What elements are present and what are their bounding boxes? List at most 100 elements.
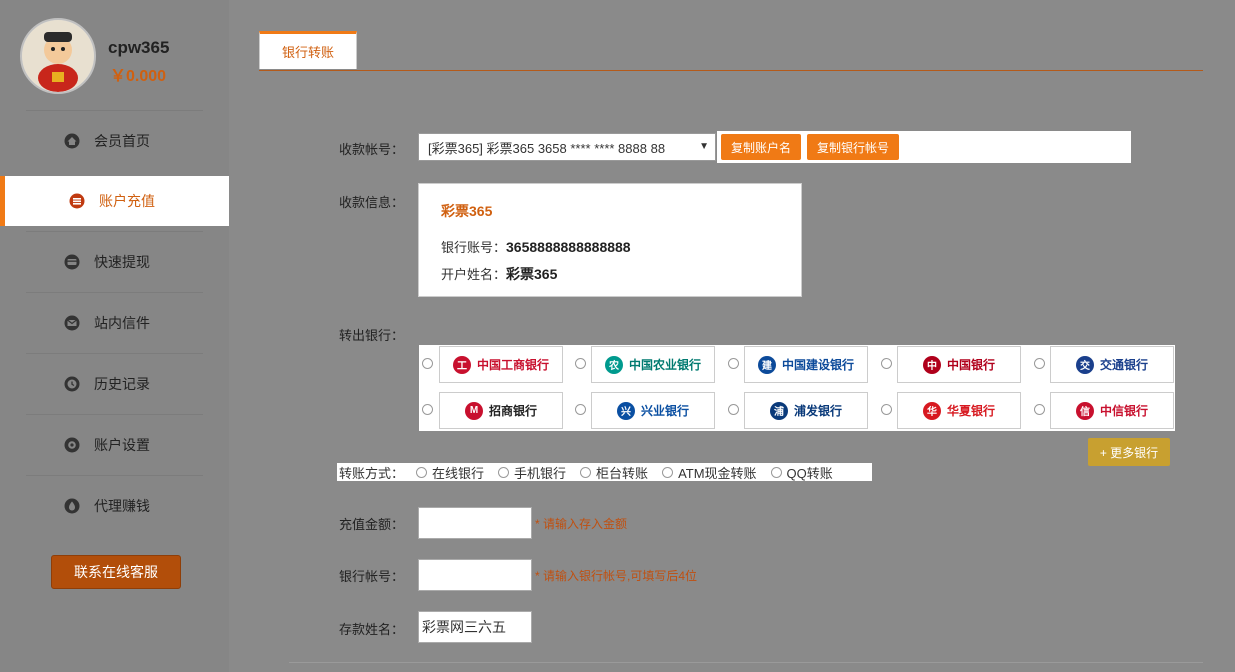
chevron-down-icon: ▼: [699, 141, 709, 152]
payee-info-box: 彩票365 银行账号：3658888888888888 开户姓名：彩票365: [418, 183, 802, 297]
bank-radio[interactable]: [728, 404, 739, 415]
mail-icon: [64, 315, 80, 331]
bank-logo-icon: 兴: [616, 401, 635, 420]
sidebar-item-withdraw[interactable]: 快速提现: [26, 231, 203, 292]
bank-name: 交通银行: [1099, 358, 1148, 372]
sidebar-item-agent[interactable]: 代理赚钱: [26, 475, 203, 536]
bank-option-bocom[interactable]: 交交通银行: [1050, 346, 1174, 383]
bank-name: 中信银行: [1099, 404, 1148, 418]
sidebar-item-deposit[interactable]: 账户充值: [0, 176, 229, 226]
bank-label: 转出银行：: [339, 328, 405, 343]
bank-radio[interactable]: [728, 358, 739, 369]
account-select-value: [彩票365] 彩票365 3658 **** **** 8888 88: [428, 140, 666, 156]
account-label: 收款帐号：: [339, 142, 405, 157]
bank-radio[interactable]: [575, 358, 586, 369]
method-label: 转账方式：: [339, 465, 405, 481]
bank-option-spdb[interactable]: 浦浦发银行: [744, 392, 868, 429]
bank-logo-icon: 工: [452, 355, 471, 374]
payee-holder-label: 开户姓名：: [441, 267, 507, 282]
sidebar-item-label: 历史记录: [94, 376, 150, 392]
bank-option-cib[interactable]: 兴兴业银行: [591, 392, 715, 429]
method-option-mobile[interactable]: 手机银行: [498, 463, 566, 482]
bank-logo-icon: 交: [1075, 355, 1094, 374]
amount-hint: * 请输入存入金额: [535, 517, 628, 531]
bank-radio[interactable]: [422, 404, 433, 415]
bank-logo-icon: 浦: [769, 401, 788, 420]
sidebar-item-label: 会员首页: [94, 133, 150, 149]
bank-radio[interactable]: [1034, 404, 1045, 415]
main-content: 银行转账 收款帐号： [彩票365] 彩票365 3658 **** **** …: [229, 0, 1235, 672]
bank-name: 兴业银行: [640, 404, 689, 418]
settings-icon: [64, 437, 80, 453]
method-option-label: ATM现金转账: [678, 465, 757, 481]
bank-option-boc[interactable]: 中中国银行: [897, 346, 1021, 383]
sidebar-item-mail[interactable]: 站内信件: [26, 292, 203, 353]
method-option-online[interactable]: 在线银行: [416, 463, 484, 482]
sidebar-nav: 会员首页 账户充值 快速提现 站内信件 历史记录 账户设置 代理赚钱: [0, 110, 229, 536]
sidebar-item-settings[interactable]: 账户设置: [26, 414, 203, 475]
bank-logo-icon: M: [464, 401, 483, 420]
transfer-method-group: 转账方式： 在线银行 手机银行 柜台转账 ATM现金转账 QQ转账: [337, 463, 872, 481]
bank-account-hint: * 请输入银行帐号,可填写后4位: [535, 569, 698, 583]
depositor-input[interactable]: 彩票网三六五: [418, 611, 532, 643]
copy-account-name-button[interactable]: 复制账户名: [721, 134, 801, 160]
bank-name: 招商银行: [488, 404, 537, 418]
bank-logo-icon: 信: [1075, 401, 1094, 420]
username: cpw365: [108, 38, 170, 57]
sidebar-item-label: 站内信件: [94, 315, 150, 331]
sidebar-item-label: 代理赚钱: [94, 498, 150, 514]
deposit-icon: [69, 193, 85, 209]
method-radio[interactable]: [498, 466, 510, 478]
bank-radio[interactable]: [422, 358, 433, 369]
sidebar-item-history[interactable]: 历史记录: [26, 353, 203, 414]
method-radio[interactable]: [580, 466, 592, 478]
bank-account-input[interactable]: [418, 559, 532, 591]
form-divider: [289, 662, 1203, 663]
method-radio[interactable]: [416, 466, 428, 478]
payee-bank-account-label: 银行账号：: [441, 240, 507, 255]
bank-option-citic[interactable]: 信中信银行: [1050, 392, 1174, 429]
bank-radio[interactable]: [575, 404, 586, 415]
copy-button-group: 复制账户名 复制银行帐号: [717, 131, 1131, 163]
method-option-label: 在线银行: [432, 465, 485, 481]
bank-account-label: 银行帐号：: [339, 569, 405, 584]
agent-icon: [64, 498, 80, 514]
method-radio[interactable]: [770, 466, 782, 478]
depositor-label: 存款姓名：: [339, 622, 405, 637]
bank-option-ccb[interactable]: 建中国建设银行: [744, 346, 868, 383]
bank-option-icbc[interactable]: 工中国工商银行: [439, 346, 563, 383]
bank-radio[interactable]: [1034, 358, 1045, 369]
tab-divider: [259, 70, 1203, 71]
payee-bank-account: 银行账号：3658888888888888: [441, 237, 631, 256]
sidebar-item-home[interactable]: 会员首页: [26, 110, 203, 171]
bank-logo-icon: 农: [604, 355, 623, 374]
contact-service-button[interactable]: 联系在线客服: [51, 555, 181, 589]
avatar: [20, 18, 96, 94]
bank-option-abc[interactable]: 农中国农业银行: [591, 346, 715, 383]
payee-title: 彩票365: [441, 203, 493, 219]
amount-label: 充值金额：: [339, 517, 405, 532]
method-option-atm[interactable]: ATM现金转账: [662, 463, 757, 482]
bank-radio[interactable]: [881, 358, 892, 369]
account-select[interactable]: [彩票365] 彩票365 3658 **** **** 8888 88 ▼: [418, 133, 716, 161]
bank-option-cmb[interactable]: M 招商银行: [439, 392, 563, 429]
sidebar-item-label: 账户设置: [94, 437, 150, 453]
bank-name: 浦发银行: [793, 404, 842, 418]
payee-holder-value: 彩票365: [506, 266, 558, 282]
amount-input[interactable]: [418, 507, 532, 539]
more-banks-button[interactable]: + 更多银行: [1088, 438, 1170, 466]
method-option-qq[interactable]: QQ转账: [770, 463, 833, 482]
copy-bank-account-button[interactable]: 复制银行帐号: [807, 134, 899, 160]
method-option-label: 柜台转账: [596, 465, 649, 481]
withdraw-icon: [64, 254, 80, 270]
sidebar-item-label: 快速提现: [94, 254, 150, 270]
method-option-counter[interactable]: 柜台转账: [580, 463, 648, 482]
bank-name: 中国建设银行: [781, 358, 854, 372]
method-radio[interactable]: [662, 466, 674, 478]
history-icon: [64, 376, 80, 392]
method-option-label: QQ转账: [786, 465, 833, 481]
bank-radio[interactable]: [881, 404, 892, 415]
tab-bank-transfer[interactable]: 银行转账: [259, 31, 357, 69]
bank-option-hxb[interactable]: 华华夏银行: [897, 392, 1021, 429]
depositor-input-value: 彩票网三六五: [422, 619, 506, 635]
